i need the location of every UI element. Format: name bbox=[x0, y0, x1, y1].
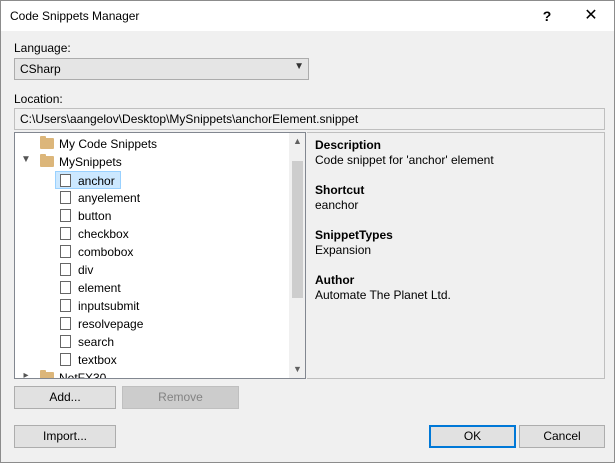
close-button[interactable]: ✕ bbox=[568, 1, 614, 31]
tree-item-button[interactable]: button bbox=[55, 207, 165, 225]
language-dropdown[interactable]: CSharp ▼ bbox=[14, 58, 309, 80]
snippet-file-icon bbox=[60, 353, 71, 366]
tree-folder-label: My Code Snippets bbox=[59, 137, 158, 151]
tree-folder-label: MySnippets bbox=[59, 155, 122, 169]
tree-item-label: inputsubmit bbox=[78, 299, 140, 313]
tree-item-inputsubmit[interactable]: inputsubmit bbox=[55, 297, 165, 315]
snippet-file-icon bbox=[60, 299, 71, 312]
language-label: Language: bbox=[14, 41, 71, 55]
tree-folder-netfx30[interactable]: ▸ NetFX30 bbox=[15, 369, 287, 379]
snippet-file-icon bbox=[60, 209, 71, 222]
tree-item-element[interactable]: element bbox=[55, 279, 165, 297]
tree-item-label: combobox bbox=[78, 245, 134, 259]
snippet-file-icon bbox=[60, 317, 71, 330]
tree-item-anyelement[interactable]: anyelement bbox=[55, 189, 165, 207]
tree-folder-my-code-snippets[interactable]: My Code Snippets bbox=[15, 135, 287, 153]
author-heading: Author bbox=[315, 273, 355, 287]
tree-item-label: checkbox bbox=[78, 227, 129, 241]
shortcut-heading: Shortcut bbox=[315, 183, 365, 197]
description-value: Code snippet for 'anchor' element bbox=[315, 153, 494, 167]
shortcut-value: eanchor bbox=[315, 198, 359, 212]
import-button[interactable]: Import... bbox=[14, 425, 116, 448]
snippet-file-icon bbox=[60, 191, 71, 204]
cancel-button[interactable]: Cancel bbox=[519, 425, 605, 448]
folder-icon bbox=[40, 136, 54, 149]
ok-button[interactable]: OK bbox=[429, 425, 516, 448]
tree-item-label: anchor bbox=[78, 174, 115, 188]
language-selected-value: CSharp bbox=[20, 62, 61, 76]
chevron-right-icon[interactable]: ▸ bbox=[20, 370, 32, 378]
tree-item-label: search bbox=[78, 335, 115, 349]
scroll-up-icon[interactable]: ▲ bbox=[289, 133, 305, 150]
location-path: C:\Users\aangelov\Desktop\MySnippets\anc… bbox=[20, 112, 359, 126]
location-field[interactable]: C:\Users\aangelov\Desktop\MySnippets\anc… bbox=[14, 108, 605, 130]
snippet-file-icon bbox=[60, 281, 71, 294]
tree-item-label: anyelement bbox=[78, 191, 141, 205]
tree-item-label: textbox bbox=[78, 353, 117, 367]
snippet-types-heading: SnippetTypes bbox=[315, 228, 393, 242]
snippet-file-icon bbox=[60, 227, 71, 240]
remove-button[interactable]: Remove bbox=[122, 386, 239, 409]
author-value: Automate The Planet Ltd. bbox=[315, 288, 451, 302]
code-snippets-manager-window: Code Snippets Manager ? ✕ Language: CSha… bbox=[0, 0, 615, 463]
tree-item-div[interactable]: div bbox=[55, 261, 165, 279]
tree-item-label: resolvepage bbox=[78, 317, 144, 331]
description-heading: Description bbox=[315, 138, 382, 152]
chevron-down-icon: ▼ bbox=[294, 61, 304, 72]
add-button[interactable]: Add... bbox=[14, 386, 116, 409]
tree-item-label: button bbox=[78, 209, 112, 223]
snippet-tree[interactable]: My Code Snippets ▼ MySnippets anchor any… bbox=[14, 132, 306, 379]
window-title: Code Snippets Manager bbox=[10, 9, 140, 23]
location-label: Location: bbox=[14, 92, 63, 106]
snippet-details-panel: Description Code snippet for 'anchor' el… bbox=[307, 132, 605, 379]
tree-folder-label: NetFX30 bbox=[59, 371, 107, 379]
snippet-file-icon bbox=[60, 335, 71, 348]
snippet-types-value: Expansion bbox=[315, 243, 372, 257]
folder-icon bbox=[40, 154, 54, 167]
tree-item-resolvepage[interactable]: resolvepage bbox=[55, 315, 165, 333]
snippet-file-icon bbox=[60, 245, 71, 258]
help-button[interactable]: ? bbox=[524, 1, 570, 31]
tree-item-combobox[interactable]: combobox bbox=[55, 243, 165, 261]
scroll-down-icon[interactable]: ▼ bbox=[289, 361, 305, 378]
tree-item-textbox[interactable]: textbox bbox=[55, 351, 165, 369]
snippet-file-icon bbox=[60, 263, 71, 276]
tree-item-checkbox[interactable]: checkbox bbox=[55, 225, 165, 243]
tree-item-search[interactable]: search bbox=[55, 333, 165, 351]
tree-item-anchor[interactable]: anchor bbox=[55, 171, 121, 189]
snippet-file-icon bbox=[60, 174, 71, 187]
folder-icon bbox=[40, 370, 54, 378]
tree-item-label: div bbox=[78, 263, 94, 277]
tree-folder-mysnippets[interactable]: ▼ MySnippets bbox=[15, 153, 287, 171]
chevron-down-icon[interactable]: ▼ bbox=[20, 154, 32, 165]
tree-item-label: element bbox=[78, 281, 121, 295]
tree-scrollbar[interactable]: ▲ ▼ bbox=[289, 133, 305, 378]
scrollbar-thumb[interactable] bbox=[292, 161, 303, 298]
title-bar: Code Snippets Manager ? ✕ bbox=[1, 1, 614, 31]
